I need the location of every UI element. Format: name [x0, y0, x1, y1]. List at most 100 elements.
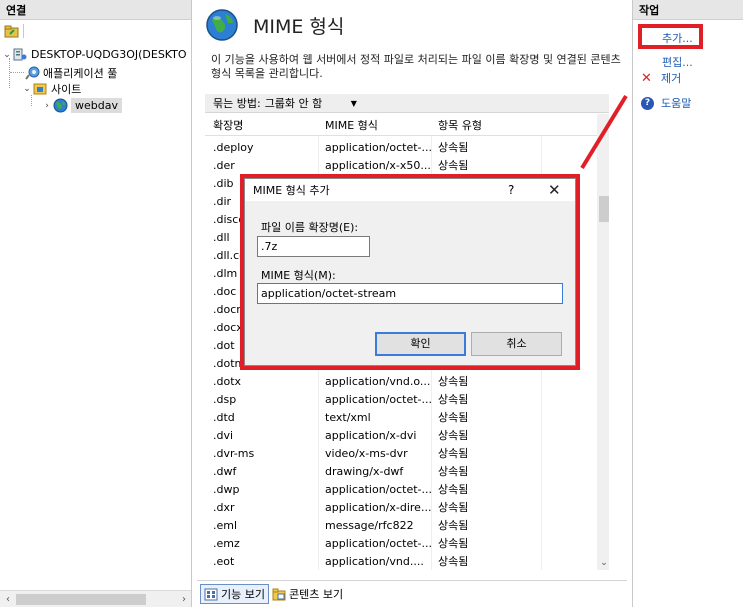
table-row[interactable]: .eot application/vnd.... 상속됨 — [205, 552, 597, 570]
scroll-down-arrow-icon[interactable]: ⌄ — [597, 558, 609, 568]
cell-mime-type: application/x-x50... — [325, 158, 431, 172]
tree-label-server: DESKTOP-UQDG3OJ(DESKTO — [31, 48, 187, 61]
content-view-icon — [272, 588, 286, 600]
tree-label-sites: 사이트 — [51, 82, 82, 96]
cell-mime-type: application/octet-... — [325, 482, 432, 496]
cell-mime-type: drawing/x-dwf — [325, 464, 404, 478]
help-icon: ? — [641, 96, 654, 110]
table-row[interactable]: .dvr-ms video/x-ms-dvr 상속됨 — [205, 444, 597, 462]
tab-content-view[interactable]: 콘텐츠 보기 — [269, 584, 346, 604]
expand-chevron-icon[interactable]: ⌄ — [22, 84, 32, 94]
page-title: MIME 형식 — [253, 15, 345, 38]
scroll-right-arrow-icon[interactable]: › — [176, 594, 191, 605]
scroll-thumb[interactable] — [599, 196, 609, 222]
cancel-button[interactable]: 취소 — [471, 332, 562, 356]
connections-toolbar — [0, 20, 191, 42]
view-tabs: 기능 보기 콘텐츠 보기 — [197, 580, 627, 607]
help-action-link[interactable]: ? 도움말 — [641, 95, 691, 111]
cell-extension: .emz — [213, 536, 240, 550]
cell-entry-type: 상속됨 — [438, 159, 469, 172]
cell-entry-type: 상속됨 — [438, 393, 469, 406]
cell-mime-type: application/vnd.... — [325, 554, 424, 568]
cell-entry-type: 상속됨 — [438, 411, 469, 424]
table-row[interactable]: .dtd text/xml 상속됨 — [205, 408, 597, 426]
app-pool-icon — [24, 66, 40, 80]
sort-caret-icon: ^ — [258, 114, 265, 117]
cell-mime-type: application/vnd.o... — [325, 374, 431, 388]
mime-type-input[interactable] — [257, 283, 563, 304]
group-by-bar: 묶는 방법: 그룹화 안 함 ▼ — [205, 94, 609, 113]
tree-node-webdav[interactable]: › webdav — [42, 97, 122, 114]
mime-globe-icon — [206, 9, 238, 41]
scroll-thumb[interactable] — [16, 593, 146, 605]
cell-extension: .dxr — [213, 500, 235, 514]
cell-entry-type: 상속됨 — [438, 375, 469, 388]
horizontal-scrollbar[interactable]: ‹ › — [0, 590, 191, 607]
tree-label-app-pools: 애플리케이션 풀 — [43, 66, 118, 80]
group-by-select[interactable]: 그룹화 안 함 — [265, 95, 351, 111]
cell-extension: .dtd — [213, 410, 235, 424]
table-row[interactable]: .emz application/octet-... 상속됨 — [205, 534, 597, 552]
ok-button[interactable]: 확인 — [375, 332, 466, 356]
collapse-chevron-icon[interactable]: › — [42, 101, 52, 111]
table-row[interactable]: .dotx application/vnd.o... 상속됨 — [205, 372, 597, 390]
cell-entry-type: 상속됨 — [438, 483, 469, 496]
edit-action-link[interactable]: 편집... — [662, 54, 693, 70]
dialog-close-icon[interactable]: ✕ — [548, 181, 561, 199]
connect-icon[interactable] — [2, 23, 20, 39]
table-row[interactable]: .dxr application/x-dire... 상속됨 — [205, 498, 597, 516]
add-action-highlight — [638, 24, 703, 49]
server-icon — [12, 48, 28, 62]
dialog-help-icon[interactable]: ? — [508, 183, 514, 197]
remove-action-link[interactable]: ✕ 제거 — [641, 70, 681, 86]
table-row[interactable]: .eml message/rfc822 상속됨 — [205, 516, 597, 534]
tree-label-webdav: webdav — [71, 98, 122, 113]
column-header-entry-type[interactable]: 항목 유형 — [432, 117, 542, 133]
cell-entry-type: 상속됨 — [438, 141, 469, 154]
column-header-extension[interactable]: 확장명 ^ — [205, 114, 319, 133]
scroll-left-arrow-icon[interactable]: ‹ — [0, 594, 16, 605]
table-row[interactable]: .dwp application/octet-... 상속됨 — [205, 480, 597, 498]
connections-header: 연결 — [0, 0, 191, 20]
remove-x-icon: ✕ — [641, 70, 652, 86]
dialog-title: MIME 형식 추가 — [253, 184, 330, 197]
extension-label: 파일 이름 확장명(E): — [261, 221, 359, 234]
table-row[interactable]: .der application/x-x50... 상속됨 — [205, 156, 597, 174]
dropdown-caret-icon[interactable]: ▼ — [351, 99, 357, 108]
cell-extension: .eot — [213, 554, 235, 568]
page-header: MIME 형식 — [205, 8, 344, 42]
tab-features-view[interactable]: 기능 보기 — [200, 584, 269, 604]
cell-entry-type: 상속됨 — [438, 465, 469, 478]
toolbar-separator — [23, 24, 24, 38]
table-row[interactable]: .deploy application/octet-... 상속됨 — [205, 138, 597, 156]
cell-mime-type: message/rfc822 — [325, 518, 414, 532]
cell-mime-type: application/octet-... — [325, 392, 432, 406]
cell-entry-type: 상속됨 — [438, 537, 469, 550]
cell-extension: .dsp — [213, 392, 237, 406]
vertical-scrollbar[interactable]: ⌄ — [597, 114, 609, 570]
list-header: 확장명 ^ MIME 형식 항목 유형 — [205, 114, 597, 136]
extension-input[interactable] — [257, 236, 370, 257]
tree-node-app-pools[interactable]: 애플리케이션 풀 — [24, 64, 117, 81]
globe-icon — [52, 98, 68, 113]
cell-extension: .dotx — [213, 374, 242, 388]
dialog-titlebar: MIME 형식 추가 ? ✕ — [245, 179, 575, 201]
table-row[interactable]: .dwf drawing/x-dwf 상속됨 — [205, 462, 597, 480]
table-row[interactable]: .dvi application/x-dvi 상속됨 — [205, 426, 597, 444]
cell-extension: .der — [213, 158, 235, 172]
cell-entry-type: 상속됨 — [438, 519, 469, 532]
actions-pane: 작업 추가... 편집... ✕ 제거 ? 도움말 — [632, 0, 743, 607]
tree-node-server[interactable]: ⌄ DESKTOP-UQDG3OJ(DESKTO — [2, 46, 187, 63]
cell-mime-type: text/xml — [325, 410, 371, 424]
connections-pane: 연결 ⌄ DESKTOP-UQDG3OJ(DESKTO 애플리케이션 풀 ⌄ 사… — [0, 0, 192, 607]
cell-extension: .dwf — [213, 464, 237, 478]
expand-chevron-icon[interactable]: ⌄ — [2, 50, 12, 60]
table-row[interactable]: .dsp application/octet-... 상속됨 — [205, 390, 597, 408]
column-header-mime[interactable]: MIME 형식 — [319, 117, 432, 133]
cell-extension: .dvi — [213, 428, 234, 442]
tree-node-sites[interactable]: ⌄ 사이트 — [22, 80, 81, 97]
group-by-label: 묶는 방법: — [213, 97, 261, 110]
page-description: 이 기능을 사용하여 웹 서버에서 정적 파일로 처리되는 파일 이름 확장명 … — [211, 53, 621, 80]
cell-mime-type: application/octet-... — [325, 140, 432, 154]
cell-extension: .dvr-ms — [213, 446, 255, 460]
